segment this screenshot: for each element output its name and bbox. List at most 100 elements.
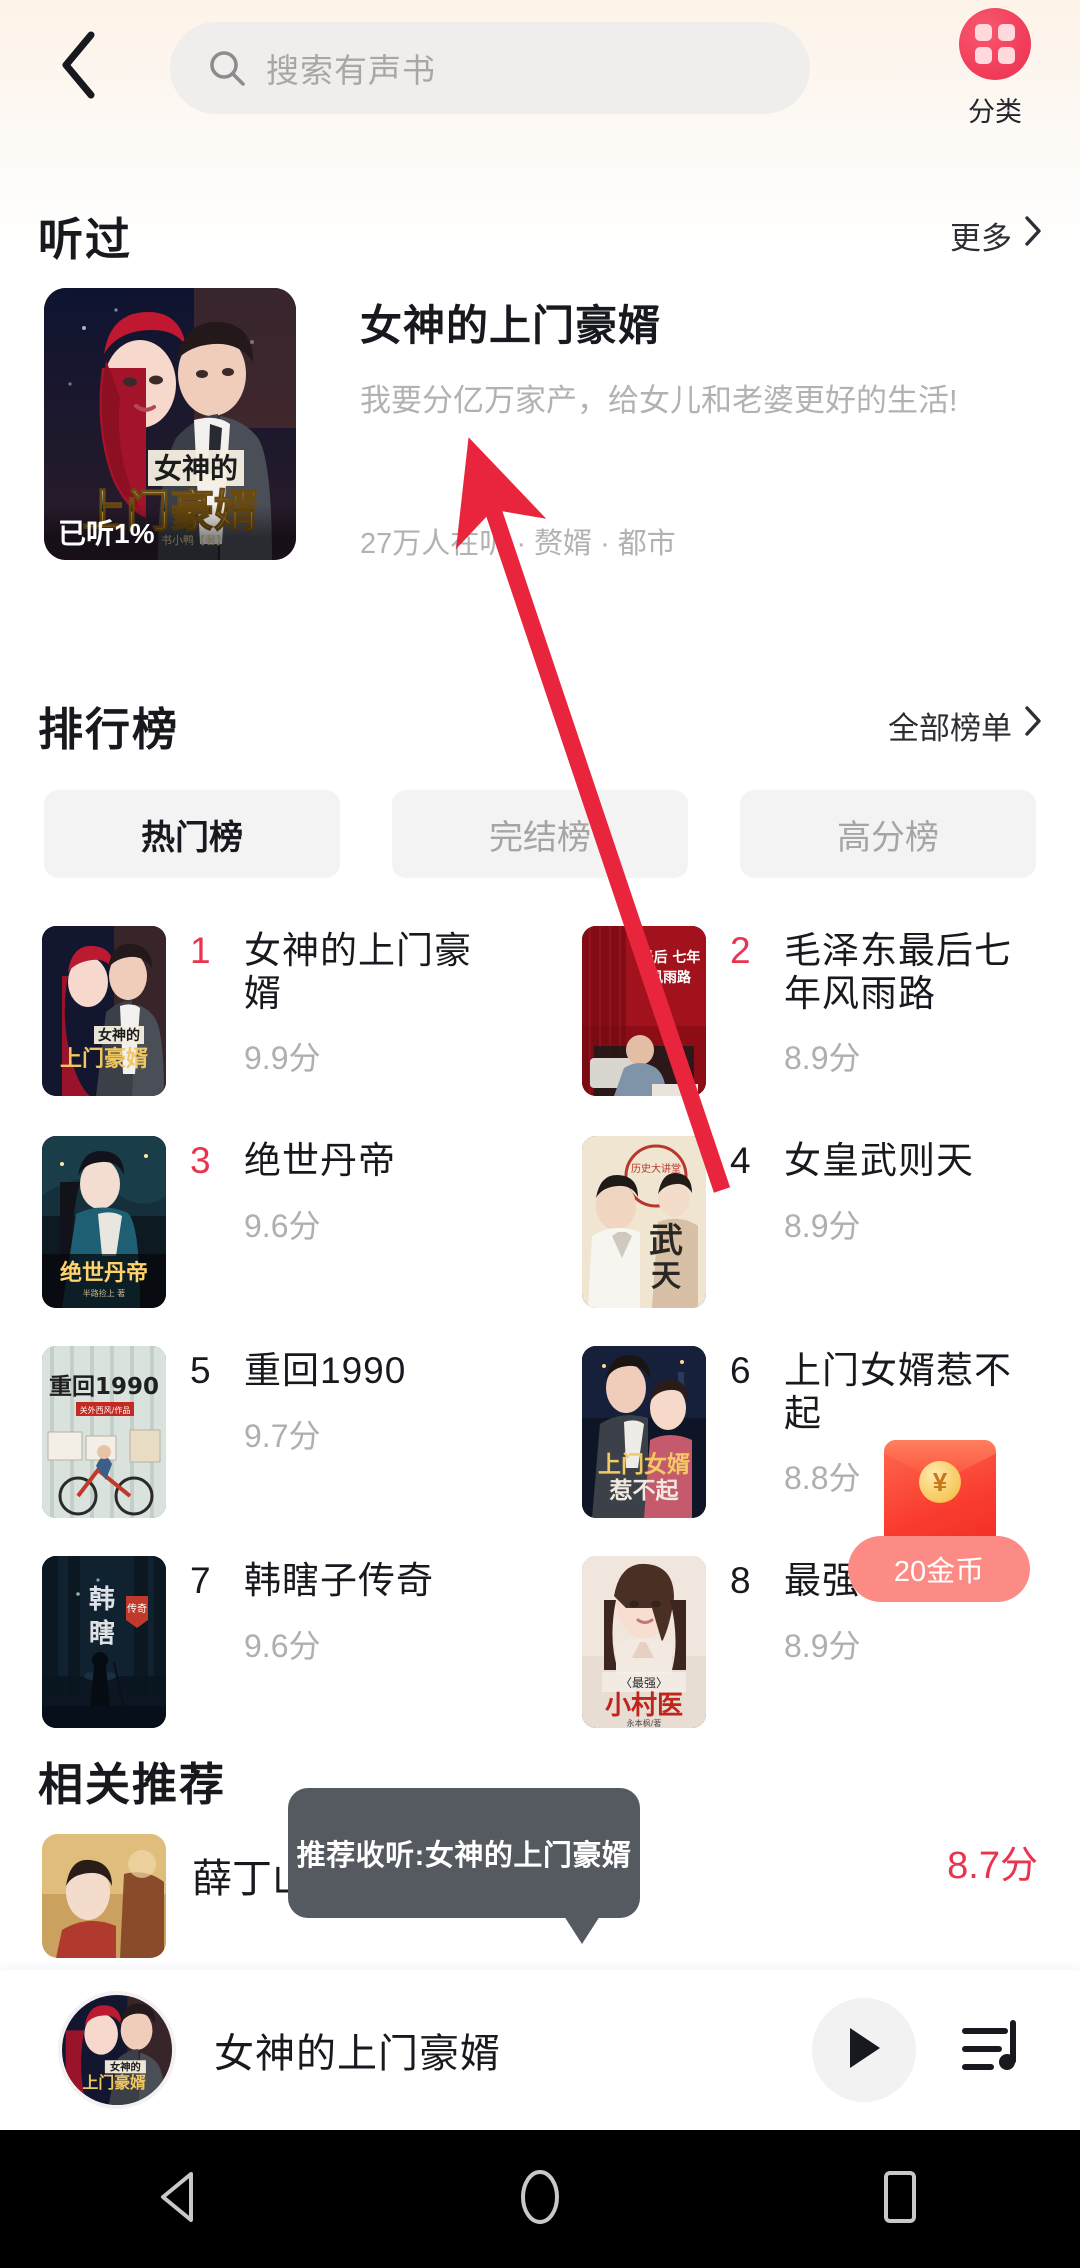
android-home-icon: [515, 2167, 565, 2232]
svg-text:绝世丹帝: 绝世丹帝: [60, 1260, 148, 1286]
play-icon: [842, 2024, 886, 2077]
rank-item-cover[interactable]: 〈最强〉 小村医 永本枫/著: [582, 1556, 706, 1728]
rank-item-cover[interactable]: 绝世丹帝 半路捡上 著: [42, 1136, 166, 1308]
rank-item-cover[interactable]: 上门女婿 惹不起: [582, 1346, 706, 1518]
svg-text:上门豪婿: 上门豪婿: [60, 1046, 148, 1072]
playlist-button[interactable]: [952, 2010, 1032, 2090]
cover-art: 历史大讲堂 武 天: [582, 1136, 706, 1308]
cover-art: 上门女婿 惹不起: [582, 1346, 706, 1518]
rank-item-1[interactable]: 女神的 上门豪婿 1 女神的上门豪婿 9.9分: [0, 920, 540, 1130]
listen-progress-badge: 已听1%: [44, 504, 296, 560]
svg-text:关外西风/作品: 关外西风/作品: [80, 1405, 131, 1415]
rank-list: 女神的 上门豪婿 1 女神的上门豪婿 9.9分 最后 七年 风雨路 2 毛泽东最…: [0, 920, 1080, 1760]
rank-item-score: 9.7分: [244, 1417, 321, 1454]
cover-art: 绝世丹帝 半路捡上 著: [42, 1136, 166, 1308]
rank-item-info: 3 绝世丹帝 9.6分: [190, 1136, 490, 1340]
cover-art: [42, 1834, 166, 1958]
rank-item-score: 8.9分: [784, 1207, 861, 1244]
category-button[interactable]: 分类: [940, 8, 1050, 138]
svg-text:女神的: 女神的: [154, 452, 238, 485]
rank-item-cover[interactable]: 重回1990 关外西风/作品: [42, 1346, 166, 1518]
rank-number: 5: [190, 1350, 211, 1391]
rank-number: 7: [190, 1560, 211, 1601]
android-recents-button[interactable]: [800, 2169, 1000, 2230]
tab-high-score-ranking[interactable]: 高分榜: [740, 790, 1036, 878]
rank-item-cover[interactable]: 历史大讲堂 武 天: [582, 1136, 706, 1308]
search-input[interactable]: 搜索有声书: [170, 22, 810, 114]
svg-text:天: 天: [651, 1259, 681, 1294]
rank-item-info: 2 毛泽东最后七年风雨路 8.9分: [730, 926, 1030, 1130]
rank-item-title: 毛泽东最后七年风雨路: [784, 930, 1012, 1014]
mini-player-cover[interactable]: 女神的 上门豪婿: [58, 1991, 176, 2109]
play-button[interactable]: [812, 1998, 916, 2102]
svg-text:女神的: 女神的: [110, 2061, 141, 2074]
search-placeholder: 搜索有声书: [266, 52, 436, 89]
rank-item-info: 1 女神的上门豪婿 9.9分: [190, 926, 490, 1130]
recommend-tooltip: 推荐收听:女神的上门豪婿: [288, 1788, 640, 1944]
rank-item-6[interactable]: 上门女婿 惹不起 6 上门女婿惹不起 8.8分: [540, 1340, 1080, 1550]
heard-more-link[interactable]: 更多: [950, 213, 1042, 258]
heard-section-header: 听过 更多: [0, 200, 1080, 270]
rank-item-2[interactable]: 最后 七年 风雨路 2 毛泽东最后七年风雨路 8.9分: [540, 920, 1080, 1130]
rank-number: 2: [730, 930, 751, 971]
heard-item-info: 女神的上门豪婿 我要分亿万家产，给女儿和老婆更好的生活! 27万人在听 · 赘婿…: [360, 292, 1040, 560]
svg-text:永本枫/著: 永本枫/著: [627, 1718, 662, 1728]
svg-text:上门女婿: 上门女婿: [598, 1451, 690, 1478]
svg-text:传奇: 传奇: [127, 1602, 147, 1615]
rank-item-cover[interactable]: 最后 七年 风雨路: [582, 926, 706, 1096]
coin-icon: ¥: [919, 1461, 961, 1503]
recommend-tooltip-text: 推荐收听:女神的上门豪婿: [296, 1840, 632, 1872]
svg-text:〈最强〉: 〈最强〉: [620, 1676, 668, 1690]
heard-section-title: 听过: [38, 213, 133, 265]
android-back-button[interactable]: [80, 2170, 280, 2229]
rank-item-title: 上门女婿惹不起: [784, 1350, 1012, 1434]
rank-row: 女神的 上门豪婿 1 女神的上门豪婿 9.9分 最后 七年 风雨路 2 毛泽东最…: [0, 920, 1080, 1130]
rank-item-info: 4 女皇武则天 8.9分: [730, 1136, 1030, 1340]
android-home-button[interactable]: [440, 2167, 640, 2232]
rank-number: 8: [730, 1560, 751, 1601]
chevron-right-icon: [1024, 215, 1042, 255]
grid-category-icon: [959, 8, 1031, 80]
android-back-icon: [155, 2170, 205, 2229]
rank-section-title: 排行榜: [38, 703, 180, 755]
heard-more-label: 更多: [950, 220, 1012, 256]
rank-item-3[interactable]: 绝世丹帝 半路捡上 著 3 绝世丹帝 9.6分: [0, 1130, 540, 1340]
cover-art: 女神的 上门豪婿: [62, 1995, 172, 2105]
chevron-left-icon: [58, 31, 98, 99]
tab-hot-ranking[interactable]: 热门榜: [44, 790, 340, 878]
back-button[interactable]: [35, 22, 121, 108]
tab-finished-ranking[interactable]: 完结榜: [392, 790, 688, 878]
rank-item-4[interactable]: 历史大讲堂 武 天 4 女皇武则天 8.9分: [540, 1130, 1080, 1340]
all-rankings-link[interactable]: 全部榜单: [888, 703, 1042, 748]
coin-reward-badge[interactable]: 20金币: [848, 1536, 1030, 1602]
all-rankings-label: 全部榜单: [888, 710, 1012, 746]
recommend-item-score: 8.7分: [947, 1845, 1038, 1887]
mini-player-title: 女神的上门豪婿: [214, 2032, 501, 2076]
rank-number: 3: [190, 1140, 211, 1181]
search-icon: [208, 49, 246, 87]
recommend-item-cover[interactable]: [42, 1834, 166, 1958]
rank-item-title: 绝世丹帝: [244, 1140, 396, 1181]
heard-item-description: 我要分亿万家产，给女儿和老婆更好的生活!: [360, 383, 958, 418]
heard-item-cover[interactable]: 女神的 上门豪婿 书小鸭【著】 已听1%: [44, 288, 296, 560]
playlist-icon: [961, 2019, 1023, 2082]
tooltip-tail-icon: [564, 1916, 600, 1944]
rank-number: 1: [190, 930, 211, 971]
svg-text:韩: 韩: [89, 1585, 115, 1615]
rank-number: 4: [730, 1140, 751, 1181]
svg-text:惹不起: 惹不起: [610, 1477, 680, 1504]
rank-item-5[interactable]: 重回1990 关外西风/作品 5 重回1990 9.7分: [0, 1340, 540, 1550]
rank-item-cover[interactable]: 女神的 上门豪婿: [42, 926, 166, 1096]
rank-item-info: 7 韩瞎子传奇 9.6分: [190, 1556, 490, 1760]
heard-item[interactable]: 女神的 上门豪婿 书小鸭【著】 已听1% 女神的上门豪婿 我要分亿万家产，给女儿…: [0, 288, 1080, 588]
rank-row: 绝世丹帝 半路捡上 著 3 绝世丹帝 9.6分 历史大讲堂 武 天 4 女皇武则…: [0, 1130, 1080, 1340]
app-screen: 搜索有声书 分类 听过 更多 女神的 已听1% 女神的上门豪婿 我要分亿万家产，…: [0, 0, 1080, 2268]
rank-item-title: 女神的上门豪婿: [244, 930, 472, 1014]
app-header: 搜索有声书 分类: [0, 0, 1080, 150]
rank-item-7[interactable]: 韩 瞎 传奇 7 韩瞎子传奇 9.6分: [0, 1550, 540, 1760]
cover-art: 〈最强〉 小村医 永本枫/著: [582, 1556, 706, 1728]
rank-item-title: 重回1990: [244, 1350, 407, 1391]
cover-art: 女神的 上门豪婿: [42, 926, 166, 1096]
cover-art: 最后 七年 风雨路: [582, 926, 706, 1096]
rank-item-cover[interactable]: 韩 瞎 传奇: [42, 1556, 166, 1728]
